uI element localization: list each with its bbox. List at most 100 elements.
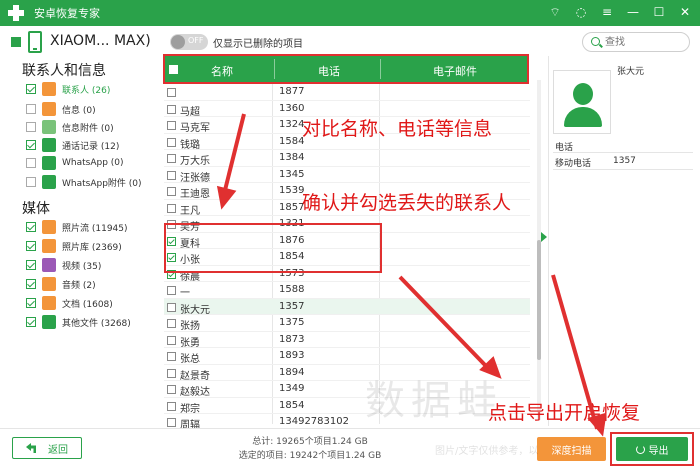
deep-scan-button[interactable]: 深度扫描 [537, 437, 606, 461]
sidebar-item-label: 文档 (1608) [62, 299, 113, 310]
table-row[interactable]: 张大元 1357 [164, 298, 530, 316]
contact-phone-cell: 1345 [279, 168, 305, 180]
selected-items: 选定的项目: 19242个项目1.24 GB [238, 451, 382, 461]
select-all-checkbox[interactable] [169, 65, 178, 74]
contact-name-cell: 马超 [180, 106, 200, 118]
row-checkbox[interactable] [167, 335, 176, 345]
search-input[interactable] [605, 35, 685, 49]
row-checkbox[interactable] [167, 286, 176, 295]
row-checkbox[interactable] [167, 121, 176, 130]
sidebar-item-label: 其他文件 (3268) [62, 318, 131, 329]
sidebar-item[interactable]: 照片库 (2369) [26, 237, 156, 255]
contact-name: 张大元 [617, 67, 645, 77]
sidebar-checkbox[interactable] [26, 177, 36, 187]
export-highlight-box: 导出 [610, 432, 694, 466]
row-checkbox[interactable] [167, 302, 176, 312]
sidebar-checkbox[interactable] [26, 260, 36, 270]
scroll-thumb[interactable] [537, 240, 541, 360]
row-checkbox[interactable] [167, 88, 176, 97]
annotation-export: 点击导出开启恢复 [488, 402, 641, 424]
sidebar-item[interactable]: 文档 (1608) [26, 294, 156, 312]
export-button[interactable]: 导出 [616, 437, 688, 461]
column-email-header[interactable]: 电子邮件 [433, 63, 477, 79]
contact-phone-cell: 1588 [279, 284, 305, 295]
row-checkbox[interactable] [167, 401, 176, 411]
sidebar-checkbox[interactable] [26, 317, 36, 327]
device-checkbox[interactable] [11, 37, 21, 47]
row-checkbox[interactable] [167, 319, 176, 328]
device-row: XIAOM... MAX) OFF 仅显示已删除的项目 [0, 28, 700, 56]
row-checkbox[interactable] [167, 170, 176, 180]
row-checkbox[interactable] [167, 137, 176, 147]
export-label: 导出 [648, 445, 669, 457]
row-checkbox[interactable] [167, 154, 176, 163]
row-checkbox[interactable] [167, 385, 176, 394]
sidebar-item[interactable]: 照片流 (11945) [26, 218, 156, 236]
contact-name-cell: 张勇 [180, 337, 200, 349]
wifi-icon[interactable]: ⌔ [546, 3, 564, 21]
detail-value: 1357 [613, 156, 636, 166]
sidebar-checkbox[interactable] [26, 298, 36, 308]
sidebar-checkbox[interactable] [26, 241, 36, 251]
sidebar-item-label: 联系人 (26) [62, 85, 111, 96]
attachment-icon [42, 120, 56, 134]
sidebar-item[interactable]: 信息 (0) [26, 100, 156, 118]
table-scrollbar[interactable] [537, 80, 541, 420]
row-checkbox[interactable] [167, 368, 176, 378]
sidebar-item[interactable]: 音频 (2) [26, 275, 156, 293]
expand-arrow-icon[interactable] [541, 232, 547, 242]
contact-phone-cell: 1360 [279, 102, 305, 114]
row-checkbox[interactable] [167, 352, 176, 361]
photo-library-icon [42, 239, 56, 253]
sidebar-item[interactable]: 信息附件 (0) [26, 118, 156, 136]
row-checkbox[interactable] [167, 104, 176, 114]
sidebar-item-label: WhatsApp (0) [62, 158, 124, 168]
sidebar-item[interactable]: 视频 (35) [26, 256, 156, 274]
app-logo-icon [6, 3, 26, 23]
table-row[interactable]: 1877 [164, 84, 530, 101]
table-row[interactable]: 一 1588 [164, 282, 530, 299]
contact-phone-cell: 1877 [279, 86, 305, 97]
minimize-icon[interactable]: — [624, 3, 642, 21]
column-name-header[interactable]: 名称 [211, 63, 233, 79]
deleted-only-label: 仅显示已删除的项目 [213, 39, 303, 50]
deleted-only-toggle[interactable]: OFF [170, 34, 208, 50]
table-row[interactable]: 张扬 1375 [164, 315, 530, 332]
toggle-knob [171, 35, 185, 49]
row-checkbox[interactable] [167, 418, 176, 427]
sidebar-item[interactable]: 其他文件 (3268) [26, 313, 156, 331]
sidebar-item[interactable]: 联系人 (26) [26, 80, 156, 98]
row-checkbox[interactable] [167, 187, 176, 196]
maximize-icon[interactable]: ☐ [650, 3, 668, 21]
close-icon[interactable]: ✕ [676, 3, 694, 21]
feedback-icon[interactable]: ◌ [572, 3, 590, 21]
back-button[interactable]: 返回 [12, 437, 82, 459]
sidebar-checkbox[interactable] [26, 104, 36, 114]
sidebar-item[interactable]: 通话记录 (12) [26, 136, 156, 154]
table-row[interactable]: 汪张德 1345 [164, 167, 530, 184]
search-box[interactable] [582, 32, 690, 52]
app-window: 安卓恢复专家 ⌔ ◌ ≡ — ☐ ✕ XIAOM... MAX) OFF 仅显示… [0, 0, 700, 468]
sidebar-checkbox[interactable] [26, 158, 36, 168]
menu-icon[interactable]: ≡ [598, 3, 616, 21]
table-row[interactable]: 张勇 1873 [164, 332, 530, 349]
sidebar-item[interactable]: WhatsApp (0) [26, 154, 156, 172]
row-checkbox[interactable] [167, 203, 176, 213]
sidebar-checkbox[interactable] [26, 140, 36, 150]
sidebar-checkbox[interactable] [26, 279, 36, 289]
section-contacts-title: 联系人和信息 [22, 63, 106, 79]
sidebar-checkbox[interactable] [26, 222, 36, 232]
title-bar: 安卓恢复专家 ⌔ ◌ ≡ — ☐ ✕ [0, 0, 700, 26]
column-phone-header[interactable]: 电话 [318, 63, 340, 79]
sidebar-item[interactable]: WhatsApp附件 (0) [26, 173, 156, 191]
contact-name-cell: 马克军 [180, 123, 210, 134]
contact-name-cell: 郑宗 [180, 403, 200, 415]
contact-phone-cell: 1384 [279, 152, 305, 163]
contact-name-cell: 张扬 [180, 321, 200, 332]
contact-phone-cell: 1375 [279, 317, 305, 328]
sidebar-checkbox[interactable] [26, 84, 36, 94]
table-row[interactable]: 万大乐 1384 [164, 150, 530, 167]
contact-phone-cell: 1539 [279, 185, 305, 196]
contact-name-cell: 万大乐 [180, 156, 210, 167]
sidebar-checkbox[interactable] [26, 122, 36, 132]
